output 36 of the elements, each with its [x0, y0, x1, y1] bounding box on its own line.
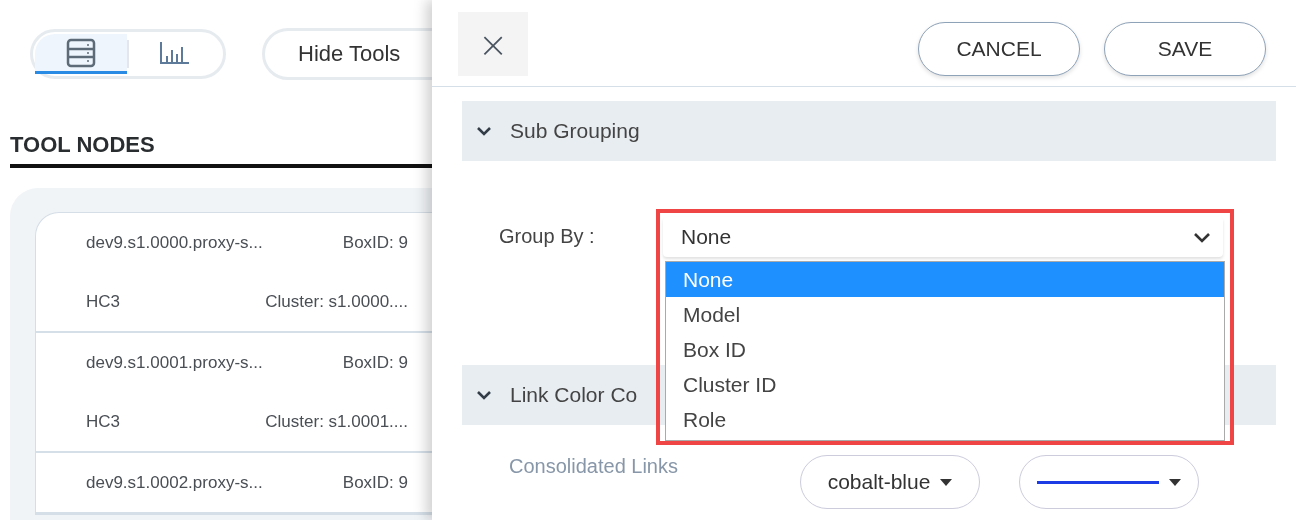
cancel-button[interactable]: CANCEL [918, 22, 1080, 76]
section-header[interactable]: Sub Grouping [462, 101, 1276, 161]
close-button[interactable]: × [458, 12, 528, 76]
list-view-tab[interactable] [35, 34, 127, 74]
box-id: BoxID: 9 [342, 232, 408, 253]
bar-chart-icon [160, 41, 190, 64]
cluster-id: Cluster: s1.0001.... [265, 411, 408, 432]
node-name: dev9.s1.0000.proxy-s... [86, 232, 263, 253]
node-model: HC3 [86, 291, 120, 312]
group-by-label: Group By : [499, 224, 596, 248]
box-id: BoxID: 9 [342, 472, 408, 493]
server-icon [66, 37, 96, 68]
chevron-icon [476, 126, 492, 136]
node-model: HC3 [86, 411, 120, 432]
section-title: Sub Grouping [510, 119, 640, 143]
node-name: dev9.s1.0001.proxy-s... [86, 352, 263, 373]
caret-icon [1169, 478, 1181, 486]
section-title: Link Color Co [510, 383, 638, 407]
caret-icon [940, 478, 953, 486]
cluster-id: Cluster: s1.0000.... [265, 291, 408, 312]
dropdown-option[interactable]: Role [666, 402, 1224, 437]
consolidated-links-label: Consolidated Links [509, 455, 679, 478]
color-select[interactable]: cobalt-blue [800, 455, 980, 509]
dropdown-option[interactable]: Box ID [666, 332, 1224, 367]
node-name: dev9.s1.0002.proxy-s... [86, 472, 263, 493]
line-sample-icon [1037, 480, 1159, 484]
hide-tools-button[interactable]: Hide Tools [262, 28, 432, 80]
chevron-icon [476, 390, 492, 400]
box-id: BoxID: 9 [342, 352, 408, 373]
save-button[interactable]: SAVE [1104, 22, 1266, 76]
line-style-select[interactable] [1019, 455, 1199, 509]
section-heading: TOOL NODES [10, 132, 432, 168]
chevron-icon [1193, 231, 1211, 243]
dropdown-option[interactable]: Cluster ID [666, 367, 1224, 402]
dropdown-option[interactable]: Model [666, 297, 1224, 332]
group-by-select[interactable]: None [663, 217, 1223, 257]
